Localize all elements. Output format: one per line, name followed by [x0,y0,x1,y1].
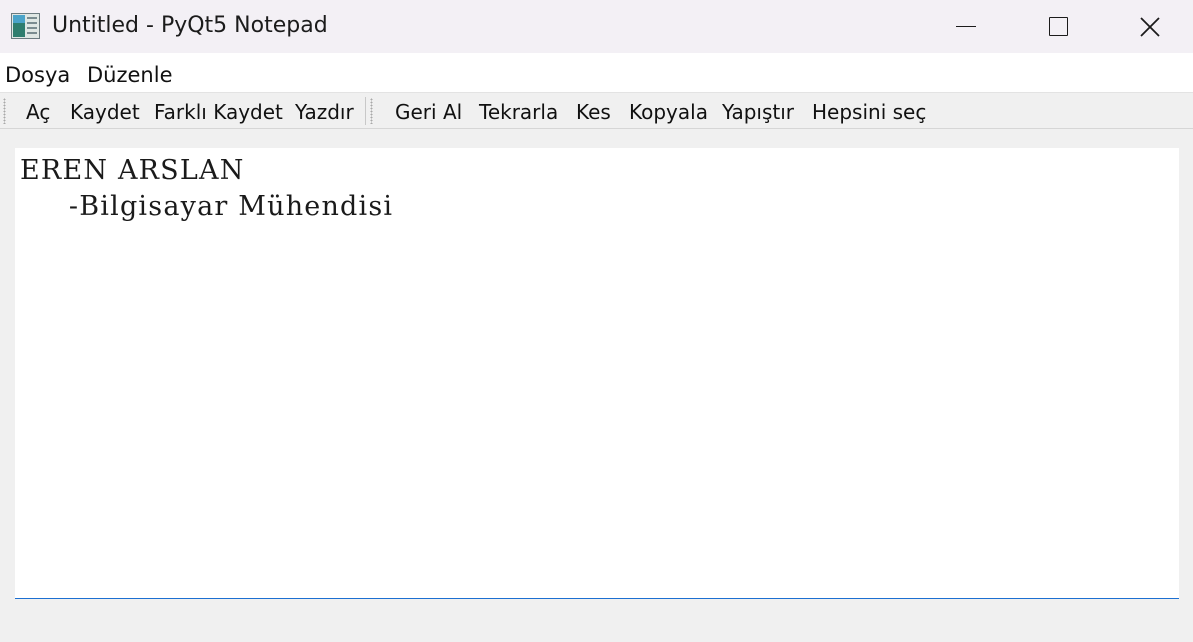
menu-dosya[interactable]: Dosya [5,62,70,88]
close-button[interactable] [1119,0,1181,53]
copy-button[interactable]: Kopyala [629,99,708,125]
save-button[interactable]: Kaydet [70,99,140,125]
notepad-window: Untitled - PyQt5 Notepad Dosya Düzenle A… [0,0,1193,642]
menu-bar: Dosya Düzenle [0,53,1193,92]
toolbar-grip-handle[interactable] [370,98,373,124]
close-icon [1140,16,1160,37]
maximize-icon [1048,17,1068,36]
toolbar: Aç Kaydet Farklı Kaydet Yazdır Geri Al T… [0,92,1193,129]
cut-button[interactable]: Kes [576,99,611,125]
save-as-button[interactable]: Farklı Kaydet [154,99,283,125]
toolbar-grip-handle[interactable] [3,98,6,124]
minimize-button[interactable] [935,0,997,53]
paste-button[interactable]: Yapıştır [722,99,794,125]
text-editor[interactable]: EREN ARSLAN -Bilgisayar Mühendisi [15,148,1179,599]
maximize-button[interactable] [1027,0,1089,53]
minimize-icon [956,25,976,28]
select-all-button[interactable]: Hepsini seç [812,99,926,125]
menu-duzenle[interactable]: Düzenle [87,62,173,88]
redo-button[interactable]: Tekrarla [479,99,558,125]
undo-button[interactable]: Geri Al [395,99,462,125]
title-bar: Untitled - PyQt5 Notepad [0,0,1193,53]
window-title: Untitled - PyQt5 Notepad [52,13,328,38]
print-button[interactable]: Yazdır [295,99,354,125]
notepad-app-icon [11,13,40,39]
toolbar-separator [365,97,366,125]
open-button[interactable]: Aç [26,99,50,125]
editor-content[interactable]: EREN ARSLAN -Bilgisayar Mühendisi [20,153,393,225]
